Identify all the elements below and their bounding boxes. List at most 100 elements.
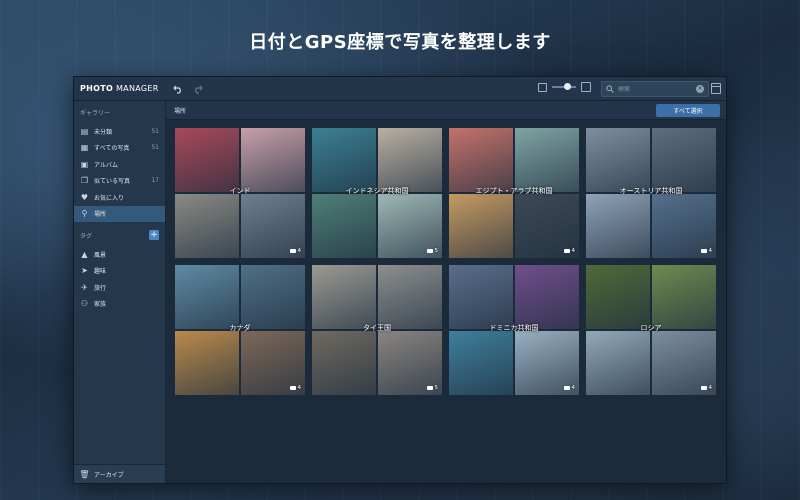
- album-card[interactable]: ロシア 4: [586, 265, 716, 395]
- album-thumbnail: [378, 265, 442, 329]
- photo-count-badge: 4: [289, 248, 302, 254]
- sidebar-item-label: 似ている写真: [94, 178, 131, 186]
- album-thumbnail: [449, 194, 513, 258]
- sidebar-item-favorites[interactable]: ♥ お気に入り: [74, 189, 165, 206]
- tags-header-label: タグ: [80, 232, 93, 240]
- brand-bold: PHOTO: [80, 84, 114, 93]
- album-card[interactable]: カナダ 4: [175, 265, 305, 395]
- sidebar-tag-label: 風景: [94, 251, 107, 259]
- photo-count: 4: [708, 248, 713, 254]
- photo-count-badge: 4: [289, 385, 302, 391]
- album-card[interactable]: タイ王国 5: [312, 265, 442, 395]
- heart-icon: ♥: [80, 192, 89, 202]
- zoom-large-icon[interactable]: [581, 82, 591, 92]
- photo-icon: [289, 386, 296, 390]
- sidebar-tag-family[interactable]: ⚇ 家族: [74, 296, 165, 313]
- album-thumbnail: [175, 128, 239, 192]
- album-thumbnail: [378, 128, 442, 192]
- album-thumbnail: [175, 194, 239, 258]
- sidebar-item-label: 場所: [94, 211, 107, 219]
- page-headline: 日付とGPS座標で写真を整理します: [249, 32, 551, 53]
- sidebar-item-count: 51: [151, 127, 159, 135]
- photo-count: 4: [297, 385, 302, 391]
- sidebar-tag-hobby[interactable]: ➤ 趣味: [74, 263, 165, 280]
- album-thumbnail: [586, 194, 650, 258]
- album-name: オーストリア共和国: [619, 187, 683, 195]
- sidebar-item-label: 未分類: [94, 128, 113, 136]
- sidebar-item-all-photos[interactable]: ▦ すべての写真 51: [74, 140, 165, 157]
- photo-icon: [563, 249, 570, 253]
- sidebar-item-count: 51: [151, 144, 159, 152]
- sidebar-tag-landscape[interactable]: ▲ 風景: [74, 246, 165, 263]
- search-icon: [606, 85, 614, 93]
- sidebar-item-albums[interactable]: ▣ アルバム: [74, 156, 165, 173]
- album-thumbnail: [586, 331, 650, 395]
- photo-count-badge: 4: [563, 385, 575, 391]
- photo-count: 4: [297, 248, 302, 254]
- sidebar-item-uncategorized[interactable]: ▤ 未分類 51: [74, 123, 165, 140]
- paper-plane-icon: ➤: [81, 266, 88, 276]
- album-thumbnail: [241, 128, 305, 192]
- album-thumbnail: [515, 128, 579, 192]
- undo-icon: [173, 85, 181, 94]
- zoom-control: [538, 82, 591, 92]
- sidebar-archive[interactable]: 🗑 アーカイブ: [74, 464, 165, 483]
- calendar-icon[interactable]: [711, 83, 721, 94]
- redo-icon: [195, 85, 203, 94]
- album-card[interactable]: インド 4: [175, 128, 305, 258]
- archive-label: アーカイブ: [94, 471, 124, 479]
- photo-count: 4: [571, 248, 576, 254]
- album-thumbnail: [515, 265, 579, 329]
- zoom-slider[interactable]: [552, 83, 576, 90]
- sidebar-tag-travel[interactable]: ✈ 旅行: [74, 279, 165, 296]
- main-area: ギャラリー ▤ 未分類 51 ▦ すべての写真 51 ▣ アルバム ❐ 似ている…: [74, 101, 726, 483]
- album-card[interactable]: エジプト・アラブ共和国 4: [449, 128, 579, 258]
- photo-icon: [426, 386, 433, 390]
- app-window: PHOTO MANAGER × ギャラリー ▤ 未分類 51: [73, 76, 727, 484]
- undo-button[interactable]: [170, 81, 186, 97]
- album-name: エジプト・アラブ共和国: [475, 187, 553, 195]
- tags-header: タグ +: [74, 222, 165, 246]
- album-name: インド: [229, 187, 251, 195]
- zoom-slider-knob[interactable]: [564, 83, 572, 90]
- gallery-header: ギャラリー: [80, 110, 111, 117]
- clear-search-icon[interactable]: ×: [696, 85, 704, 93]
- album-thumbnail: [175, 331, 239, 395]
- album-icon: ▣: [80, 159, 89, 169]
- pin-icon: ⚲: [81, 209, 88, 219]
- sidebar-item-similar[interactable]: ❐ 似ている写真 17: [74, 173, 165, 190]
- landscape-icon: ▲: [81, 249, 88, 259]
- select-all-button[interactable]: すべて選択: [656, 103, 720, 117]
- sidebar-item-label: すべての写真: [94, 145, 130, 153]
- album-name: ドミニカ共和国: [489, 324, 539, 332]
- zoom-small-icon[interactable]: [538, 82, 547, 92]
- title-bar: PHOTO MANAGER ×: [74, 77, 726, 101]
- album-thumbnail: [586, 128, 650, 192]
- photo-icon: [700, 249, 707, 253]
- search-input[interactable]: [618, 85, 692, 93]
- album-thumbnail: [312, 194, 376, 258]
- photo-count-badge: 4: [700, 248, 713, 254]
- album-card[interactable]: インドネシア共和国 5: [312, 128, 442, 258]
- content-pane: 場所 すべて選択 インド 4 インドネシア共和国 5 エジプト・アラブ共和国 4 オーストリ…: [166, 101, 726, 483]
- sidebar-tag-label: 趣味: [94, 268, 107, 276]
- photo-icon: [700, 386, 707, 390]
- content-title: 場所: [174, 107, 187, 115]
- trash-icon: 🗑: [79, 469, 90, 479]
- add-tag-button[interactable]: +: [149, 230, 159, 240]
- travel-icon: ✈: [81, 282, 88, 292]
- album-thumbnail: [586, 265, 650, 329]
- album-card[interactable]: オーストリア共和国 4: [586, 128, 716, 258]
- redo-button[interactable]: [190, 81, 206, 97]
- sidebar-item-label: お気に入り: [94, 194, 125, 202]
- album-thumbnail: [312, 331, 376, 395]
- album-card[interactable]: ドミニカ共和国 4: [449, 265, 579, 395]
- sidebar-item-places[interactable]: ⚲ 場所: [74, 205, 165, 222]
- family-icon: ⚇: [80, 299, 89, 309]
- search-box: ×: [601, 81, 709, 97]
- photo-icon: [289, 249, 296, 253]
- sidebar-item-count: 17: [151, 177, 159, 185]
- album-thumbnail: [449, 265, 513, 329]
- album-thumbnail: [175, 265, 239, 329]
- album-thumbnail: [312, 265, 376, 329]
